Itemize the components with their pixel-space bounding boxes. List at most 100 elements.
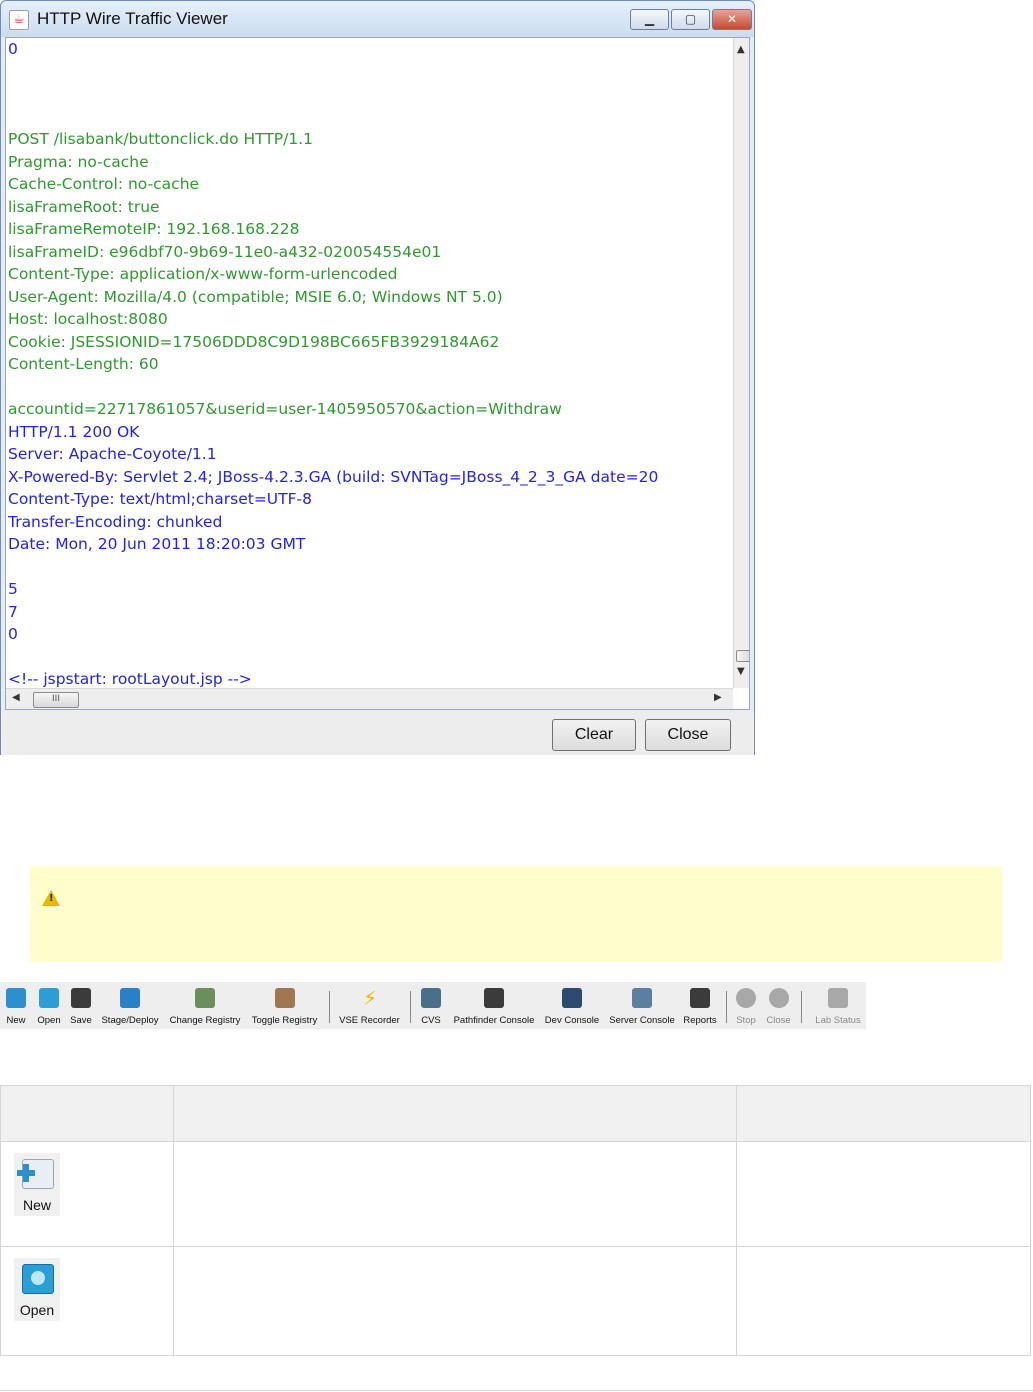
scroll-up-arrow-icon[interactable]: ▲: [737, 44, 745, 55]
reports-icon: [690, 988, 710, 1008]
traffic-line: Content-Type: application/x-www-form-url…: [8, 265, 398, 283]
vertical-scroll-thumb[interactable]: [736, 650, 749, 662]
traffic-line: [6, 61, 732, 84]
new-label: New: [22, 1197, 51, 1213]
window-title: HTTP Wire Traffic Viewer: [37, 9, 228, 28]
traffic-line: Content-Length: 60: [8, 355, 159, 373]
scroll-down-arrow-icon[interactable]: ▼: [737, 666, 745, 677]
table-cell: [173, 1141, 737, 1247]
save-icon: [71, 988, 91, 1008]
traffic-line: accountid=22717861057&userid=user-140595…: [8, 400, 562, 418]
maximize-button[interactable]: ▢: [671, 9, 710, 30]
close-circle-icon: [769, 988, 789, 1008]
title-bar[interactable]: ☕ HTTP Wire Traffic Viewer ▁ ▢ ✕: [1, 1, 754, 37]
toolbar-button-lab-status[interactable]: Lab Status: [812, 982, 864, 1029]
toolbar-label: Change Registry: [169, 1015, 241, 1026]
toolbar-label: New: [6, 1015, 26, 1026]
traffic-line: lisaFrameRoot: true: [8, 197, 160, 216]
toolbar-button-save[interactable]: Save: [68, 982, 94, 1029]
toolbar-label: Reports: [683, 1015, 717, 1026]
traffic-line: [6, 376, 732, 399]
toolbar-separator: [801, 991, 802, 1023]
scroll-right-arrow-icon[interactable]: ▶: [714, 692, 722, 703]
toolbar-label: Pathfinder Console: [453, 1015, 535, 1026]
close-window-button[interactable]: ✕: [712, 9, 752, 30]
scroll-left-arrow-icon[interactable]: ◀: [12, 692, 20, 703]
toolbar-separator: [329, 991, 330, 1023]
toolbar-button-dev-console[interactable]: Dev Console: [543, 982, 601, 1029]
traffic-line: Host: localhost:8080: [8, 310, 168, 328]
toolbar-label: Open: [37, 1015, 61, 1026]
warning-icon: !: [42, 890, 60, 906]
lightning-icon: ⚡: [362, 986, 378, 1010]
toolbar-button-vse-recorder[interactable]: ⚡ VSE Recorder: [336, 982, 403, 1029]
traffic-line: [6, 556, 732, 579]
toolbar-label: CVS: [421, 1015, 441, 1026]
toolbar-label: Toggle Registry: [251, 1015, 318, 1026]
vertical-scrollbar[interactable]: ▲ ▼: [733, 38, 749, 688]
traffic-line: Date: Mon, 20 Jun 2011 18:20:03 GMT: [8, 535, 306, 553]
traffic-line: 0: [8, 40, 18, 58]
toolbar-button-stop[interactable]: Stop: [733, 982, 759, 1029]
cvs-icon: [421, 988, 441, 1008]
horizontal-scrollbar[interactable]: ◀ III ▶: [6, 688, 733, 709]
server-console-icon: [632, 988, 652, 1008]
toolbar-button-cvs[interactable]: CVS: [419, 982, 443, 1029]
traffic-line: POST /lisabank/buttonclick.do HTTP/1.1: [8, 130, 314, 148]
toolbar-button-close[interactable]: Close: [765, 982, 792, 1029]
horizontal-scroll-thumb[interactable]: III: [33, 692, 79, 708]
new-button-image: New: [14, 1153, 60, 1216]
minimize-button[interactable]: ▁: [630, 9, 669, 30]
toolbar-label: Stage/Deploy: [101, 1015, 159, 1026]
table-cell: [736, 1246, 1031, 1356]
toolbar-label: Server Console: [609, 1015, 675, 1026]
new-icon: [6, 988, 26, 1008]
traffic-line: lisaFrameRemoteIP: 192.168.168.228: [8, 220, 300, 238]
toolbar-label: Lab Status: [815, 1015, 861, 1026]
table-icon-cell: Open: [0, 1246, 174, 1356]
traffic-line: [6, 83, 732, 106]
java-app-icon: ☕: [9, 10, 29, 30]
open-folder-icon: [22, 1264, 54, 1294]
toolbar-button-stage-deploy[interactable]: Stage/Deploy: [99, 982, 161, 1029]
warning-note: !: [30, 866, 1002, 962]
toolbar-button-server-console[interactable]: Server Console: [607, 982, 677, 1029]
toolbar-button-pathfinder-console[interactable]: Pathfinder Console: [450, 982, 538, 1029]
traffic-line: Cookie: JSESSIONID=17506DDD8C9D198BC665F…: [8, 332, 500, 351]
clear-button[interactable]: Clear: [552, 719, 636, 751]
table-icon-cell: New: [0, 1141, 174, 1247]
stop-icon: [736, 988, 756, 1008]
toolbar-reference-table: New Open: [0, 1085, 1031, 1356]
pathfinder-icon: [484, 988, 504, 1008]
traffic-textarea[interactable]: 0 POST /lisabank/buttonclick.do HTTP/1.1 P…: [6, 38, 732, 688]
toolbar-separator: [410, 991, 411, 1023]
toolbar-button-toggle-registry[interactable]: Toggle Registry: [248, 982, 321, 1029]
open-button-image: Open: [14, 1258, 60, 1321]
toolbar-label: Dev Console: [544, 1015, 600, 1026]
table-header-row: [0, 1085, 1031, 1142]
divider: [0, 1390, 1033, 1391]
toggle-registry-icon: [275, 988, 295, 1008]
toolbar-button-reports[interactable]: Reports: [682, 982, 718, 1029]
table-header-cell: [0, 1085, 174, 1142]
table-row: New: [0, 1141, 1031, 1247]
new-icon: [17, 1159, 54, 1189]
traffic-line: Transfer-Encoding: chunked: [8, 512, 223, 531]
toolbar-button-open[interactable]: Open: [35, 982, 63, 1029]
toolbar-label: Save: [70, 1015, 92, 1026]
toolbar-label: Close: [766, 1015, 791, 1026]
toolbar-label: Stop: [736, 1015, 756, 1026]
traffic-line: [6, 106, 732, 129]
toolbar-button-change-registry[interactable]: Change Registry: [168, 982, 242, 1029]
traffic-line: lisaFrameID: e96dbf70-9b69-11e0-a432-020…: [8, 242, 442, 261]
table-row: Open: [0, 1246, 1031, 1356]
traffic-text-panel: 0 POST /lisabank/buttonclick.do HTTP/1.1 P…: [5, 37, 750, 710]
traffic-line: [6, 646, 732, 669]
dev-console-icon: [562, 988, 582, 1008]
table-cell: [736, 1141, 1031, 1247]
table-header-cell: [736, 1085, 1031, 1142]
close-button[interactable]: Close: [645, 719, 731, 751]
table-cell: [173, 1246, 737, 1356]
traffic-line: 0: [8, 625, 18, 643]
toolbar-button-new[interactable]: New: [4, 982, 28, 1029]
